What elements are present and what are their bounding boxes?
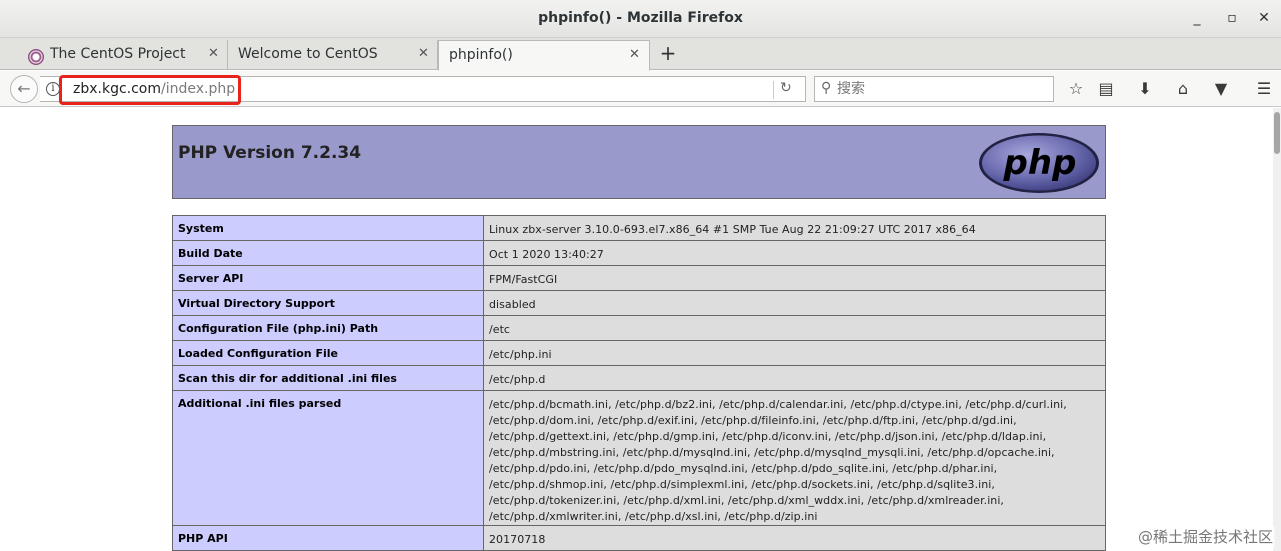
vertical-scrollbar[interactable]: [1273, 108, 1281, 551]
search-input[interactable]: [837, 78, 1047, 100]
new-tab-button[interactable]: +: [656, 41, 680, 65]
row-key: Configuration File (php.ini) Path: [172, 315, 484, 341]
tab-centos-project[interactable]: The CentOS Project ✕: [20, 40, 228, 70]
url-highlight-box: [59, 75, 241, 105]
window-title: phpinfo() - Mozilla Firefox: [538, 10, 743, 26]
bookmark-star-icon[interactable]: ☆: [1064, 77, 1088, 101]
tab-label: Welcome to CentOS: [238, 46, 378, 62]
tab-welcome-centos[interactable]: Welcome to CentOS ✕: [228, 40, 438, 70]
row-key: System: [172, 215, 484, 241]
row-key: Build Date: [172, 240, 484, 266]
pocket-icon[interactable]: ▼: [1209, 77, 1233, 101]
search-bar[interactable]: ⚲: [814, 76, 1054, 102]
arrow-left-icon: ←: [17, 79, 31, 98]
url-divider: [773, 81, 774, 99]
row-key: Loaded Configuration File: [172, 340, 484, 366]
search-icon: ⚲: [821, 80, 832, 96]
tab-close-icon[interactable]: ✕: [208, 46, 219, 61]
window-titlebar: phpinfo() - Mozilla Firefox _ ▫ ✕: [0, 0, 1281, 38]
table-row: Configuration File (php.ini) Path/etc: [172, 315, 1106, 341]
row-value: disabled: [483, 290, 1106, 316]
minimize-button[interactable]: _: [1187, 8, 1207, 28]
centos-favicon-icon: [28, 49, 44, 65]
table-row: PHP API 20170718: [172, 525, 1106, 551]
table-row: Server API FPM/FastCGI: [172, 265, 1106, 291]
row-value: 20170718: [483, 525, 1106, 551]
reading-list-icon[interactable]: ▤: [1094, 77, 1118, 101]
home-icon[interactable]: ⌂: [1171, 77, 1195, 101]
table-row: Additional .ini files parsed/etc/php.d/b…: [172, 390, 1106, 526]
info-icon[interactable]: i: [46, 82, 60, 96]
maximize-button[interactable]: ▫: [1222, 8, 1242, 28]
back-button[interactable]: ←: [10, 75, 38, 103]
close-window-button[interactable]: ✕: [1254, 8, 1274, 28]
row-key: PHP API: [172, 525, 484, 551]
php-info-table: System Linux zbx-server 3.10.0-693.el7.x8…: [172, 215, 1106, 551]
row-value: Oct 1 2020 13:40:27: [483, 240, 1106, 266]
tab-close-icon[interactable]: ✕: [629, 47, 640, 62]
php-version-title: PHP Version 7.2.34: [178, 143, 362, 163]
row-key: Additional .ini files parsed: [172, 390, 484, 526]
row-value: /etc/php.d: [483, 365, 1106, 391]
row-value: FPM/FastCGI: [483, 265, 1106, 291]
page-content: PHP Version 7.2.34 php System Linux zbx-s…: [0, 108, 1281, 551]
tab-bar: The CentOS Project ✕ Welcome to CentOS ✕…: [0, 38, 1281, 71]
php-logo-icon: php: [979, 133, 1099, 193]
php-version-header: PHP Version 7.2.34 php: [172, 125, 1106, 199]
watermark: @稀土掘金技术社区: [1135, 526, 1275, 547]
row-key: Virtual Directory Support: [172, 290, 484, 316]
download-icon[interactable]: ⬇: [1133, 77, 1157, 101]
tab-label: phpinfo(): [449, 47, 513, 63]
row-key: Scan this dir for additional .ini files: [172, 365, 484, 391]
row-value: /etc: [483, 315, 1106, 341]
tab-close-icon[interactable]: ✕: [418, 46, 429, 61]
row-value: /etc/php.ini: [483, 340, 1106, 366]
tab-label: The CentOS Project: [50, 46, 186, 62]
php-logo-text: php: [1003, 143, 1077, 183]
scrollbar-thumb[interactable]: [1274, 112, 1280, 154]
table-row: Virtual Directory Support disabled: [172, 290, 1106, 316]
menu-icon[interactable]: ☰: [1252, 77, 1276, 101]
row-key: Server API: [172, 265, 484, 291]
reload-icon[interactable]: ↻: [780, 80, 792, 96]
table-row: System Linux zbx-server 3.10.0-693.el7.x8…: [172, 215, 1106, 241]
tab-phpinfo[interactable]: phpinfo() ✕: [438, 40, 650, 71]
row-value: /etc/php.d/bcmath.ini, /etc/php.d/bz2.in…: [483, 390, 1106, 526]
table-row: Loaded Configuration File/etc/php.ini: [172, 340, 1106, 366]
row-value: Linux zbx-server 3.10.0-693.el7.x86_64 #…: [483, 215, 1106, 241]
table-row: Build Date Oct 1 2020 13:40:27: [172, 240, 1106, 266]
table-row: Scan this dir for additional .ini files /…: [172, 365, 1106, 391]
